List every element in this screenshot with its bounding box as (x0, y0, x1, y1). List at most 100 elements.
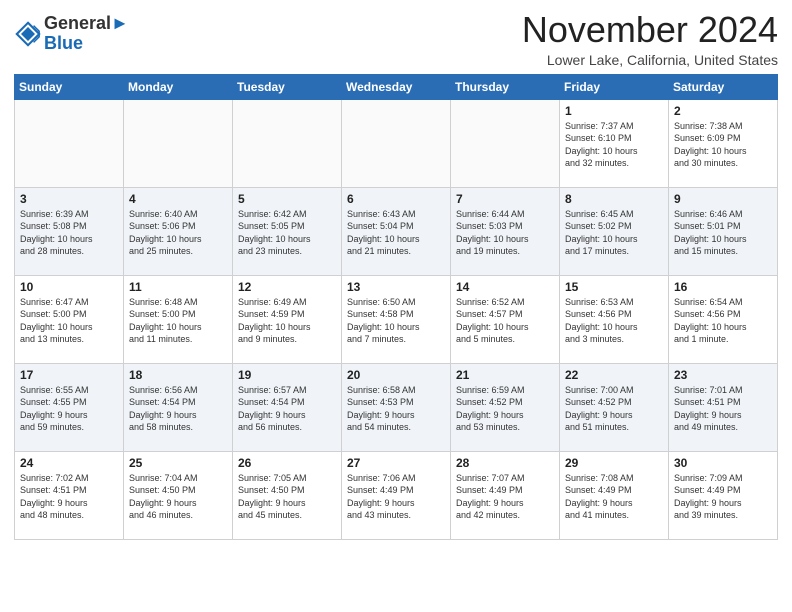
calendar-cell: 8Sunrise: 6:45 AM Sunset: 5:02 PM Daylig… (560, 187, 669, 275)
day-info: Sunrise: 7:01 AM Sunset: 4:51 PM Dayligh… (674, 384, 772, 434)
calendar-cell: 16 Sunrise: 6:54 AM Sunset: 4:56 PM Dayli… (669, 275, 778, 363)
day-number: 13 (347, 280, 445, 294)
calendar-cell: 10 Sunrise: 6:47 AM Sunset: 5:00 PM Dayli… (15, 275, 124, 363)
calendar-week-row: 1Sunrise: 7:37 AM Sunset: 6:10 PM Daylig… (15, 99, 778, 187)
logo-text: General► Blue (44, 14, 129, 54)
col-monday: Monday (124, 74, 233, 99)
logo-icon (14, 20, 42, 48)
day-number: 17 (20, 368, 118, 382)
day-number: 7 (456, 192, 554, 206)
day-number: 14 (456, 280, 554, 294)
logo-general: General (44, 13, 111, 33)
day-number: 5 (238, 192, 336, 206)
month-title: November 2024 (522, 10, 778, 50)
day-info: Sunrise: 6:44 AM Sunset: 5:03 PM Dayligh… (456, 208, 554, 258)
calendar-cell (233, 99, 342, 187)
col-friday: Friday (560, 74, 669, 99)
calendar-cell: 13 Sunrise: 6:50 AM Sunset: 4:58 PM Dayli… (342, 275, 451, 363)
day-info: Sunrise: 6:39 AM Sunset: 5:08 PM Dayligh… (20, 208, 118, 258)
calendar-cell: 28 Sunrise: 7:07 AM Sunset: 4:49 PM Dayli… (451, 451, 560, 539)
day-number: 30 (674, 456, 772, 470)
calendar-cell: 1Sunrise: 7:37 AM Sunset: 6:10 PM Daylig… (560, 99, 669, 187)
day-info: Sunrise: 7:02 AM Sunset: 4:51 PM Dayligh… (20, 472, 118, 522)
calendar-cell: 26Sunrise: 7:05 AM Sunset: 4:50 PM Dayli… (233, 451, 342, 539)
day-number: 18 (129, 368, 227, 382)
day-number: 3 (20, 192, 118, 206)
calendar-cell: 30 Sunrise: 7:09 AM Sunset: 4:49 PM Dayli… (669, 451, 778, 539)
calendar-cell: 25Sunrise: 7:04 AM Sunset: 4:50 PM Dayli… (124, 451, 233, 539)
calendar-cell: 29Sunrise: 7:08 AM Sunset: 4:49 PM Dayli… (560, 451, 669, 539)
day-info: Sunrise: 6:50 AM Sunset: 4:58 PM Dayligh… (347, 296, 445, 346)
calendar-cell: 2 Sunrise: 7:38 AM Sunset: 6:09 PM Daylig… (669, 99, 778, 187)
day-number: 19 (238, 368, 336, 382)
col-tuesday: Tuesday (233, 74, 342, 99)
day-number: 11 (129, 280, 227, 294)
day-info: Sunrise: 6:53 AM Sunset: 4:56 PM Dayligh… (565, 296, 663, 346)
calendar-cell: 5 Sunrise: 6:42 AM Sunset: 5:05 PM Daylig… (233, 187, 342, 275)
calendar-week-row: 24 Sunrise: 7:02 AM Sunset: 4:51 PM Dayli… (15, 451, 778, 539)
calendar-header-row: Sunday Monday Tuesday Wednesday Thursday… (15, 74, 778, 99)
day-info: Sunrise: 6:40 AM Sunset: 5:06 PM Dayligh… (129, 208, 227, 258)
calendar-cell: 18 Sunrise: 6:56 AM Sunset: 4:54 PM Dayli… (124, 363, 233, 451)
calendar-cell: 9Sunrise: 6:46 AM Sunset: 5:01 PM Daylig… (669, 187, 778, 275)
day-number: 28 (456, 456, 554, 470)
calendar-cell (342, 99, 451, 187)
day-info: Sunrise: 6:58 AM Sunset: 4:53 PM Dayligh… (347, 384, 445, 434)
day-info: Sunrise: 7:07 AM Sunset: 4:49 PM Dayligh… (456, 472, 554, 522)
day-info: Sunrise: 6:56 AM Sunset: 4:54 PM Dayligh… (129, 384, 227, 434)
logo-blue: Blue (44, 33, 83, 53)
day-number: 2 (674, 104, 772, 118)
calendar-cell: 3 Sunrise: 6:39 AM Sunset: 5:08 PM Daylig… (15, 187, 124, 275)
page: General► Blue November 2024 Lower Lake, … (0, 0, 792, 550)
day-info: Sunrise: 6:55 AM Sunset: 4:55 PM Dayligh… (20, 384, 118, 434)
day-info: Sunrise: 7:06 AM Sunset: 4:49 PM Dayligh… (347, 472, 445, 522)
day-number: 4 (129, 192, 227, 206)
col-saturday: Saturday (669, 74, 778, 99)
day-number: 10 (20, 280, 118, 294)
day-number: 8 (565, 192, 663, 206)
day-info: Sunrise: 7:08 AM Sunset: 4:49 PM Dayligh… (565, 472, 663, 522)
col-wednesday: Wednesday (342, 74, 451, 99)
day-info: Sunrise: 7:37 AM Sunset: 6:10 PM Dayligh… (565, 120, 663, 170)
day-info: Sunrise: 6:49 AM Sunset: 4:59 PM Dayligh… (238, 296, 336, 346)
day-info: Sunrise: 6:54 AM Sunset: 4:56 PM Dayligh… (674, 296, 772, 346)
day-info: Sunrise: 7:00 AM Sunset: 4:52 PM Dayligh… (565, 384, 663, 434)
calendar-cell: 27Sunrise: 7:06 AM Sunset: 4:49 PM Dayli… (342, 451, 451, 539)
calendar-cell: 4 Sunrise: 6:40 AM Sunset: 5:06 PM Daylig… (124, 187, 233, 275)
day-info: Sunrise: 7:38 AM Sunset: 6:09 PM Dayligh… (674, 120, 772, 170)
calendar-week-row: 17 Sunrise: 6:55 AM Sunset: 4:55 PM Dayli… (15, 363, 778, 451)
calendar-cell: 23Sunrise: 7:01 AM Sunset: 4:51 PM Dayli… (669, 363, 778, 451)
title-block: November 2024 Lower Lake, California, Un… (522, 10, 778, 68)
calendar-cell (451, 99, 560, 187)
calendar-cell: 12 Sunrise: 6:49 AM Sunset: 4:59 PM Dayli… (233, 275, 342, 363)
day-info: Sunrise: 7:05 AM Sunset: 4:50 PM Dayligh… (238, 472, 336, 522)
calendar-cell: 15Sunrise: 6:53 AM Sunset: 4:56 PM Dayli… (560, 275, 669, 363)
day-number: 24 (20, 456, 118, 470)
day-number: 12 (238, 280, 336, 294)
day-info: Sunrise: 6:59 AM Sunset: 4:52 PM Dayligh… (456, 384, 554, 434)
day-number: 6 (347, 192, 445, 206)
calendar-table: Sunday Monday Tuesday Wednesday Thursday… (14, 74, 778, 540)
day-number: 20 (347, 368, 445, 382)
day-info: Sunrise: 7:09 AM Sunset: 4:49 PM Dayligh… (674, 472, 772, 522)
day-info: Sunrise: 6:43 AM Sunset: 5:04 PM Dayligh… (347, 208, 445, 258)
day-info: Sunrise: 6:48 AM Sunset: 5:00 PM Dayligh… (129, 296, 227, 346)
calendar-cell: 17 Sunrise: 6:55 AM Sunset: 4:55 PM Dayli… (15, 363, 124, 451)
calendar-cell (124, 99, 233, 187)
col-thursday: Thursday (451, 74, 560, 99)
day-info: Sunrise: 6:52 AM Sunset: 4:57 PM Dayligh… (456, 296, 554, 346)
calendar-week-row: 10 Sunrise: 6:47 AM Sunset: 5:00 PM Dayli… (15, 275, 778, 363)
calendar-cell: 19Sunrise: 6:57 AM Sunset: 4:54 PM Dayli… (233, 363, 342, 451)
calendar-cell: 20 Sunrise: 6:58 AM Sunset: 4:53 PM Dayli… (342, 363, 451, 451)
day-number: 22 (565, 368, 663, 382)
day-info: Sunrise: 6:42 AM Sunset: 5:05 PM Dayligh… (238, 208, 336, 258)
day-info: Sunrise: 6:47 AM Sunset: 5:00 PM Dayligh… (20, 296, 118, 346)
day-number: 21 (456, 368, 554, 382)
calendar-cell (15, 99, 124, 187)
calendar-cell: 7 Sunrise: 6:44 AM Sunset: 5:03 PM Daylig… (451, 187, 560, 275)
logo-blue-icon: ► (111, 13, 129, 33)
logo: General► Blue (14, 14, 129, 54)
calendar-cell: 21 Sunrise: 6:59 AM Sunset: 4:52 PM Dayli… (451, 363, 560, 451)
day-number: 16 (674, 280, 772, 294)
day-info: Sunrise: 6:46 AM Sunset: 5:01 PM Dayligh… (674, 208, 772, 258)
